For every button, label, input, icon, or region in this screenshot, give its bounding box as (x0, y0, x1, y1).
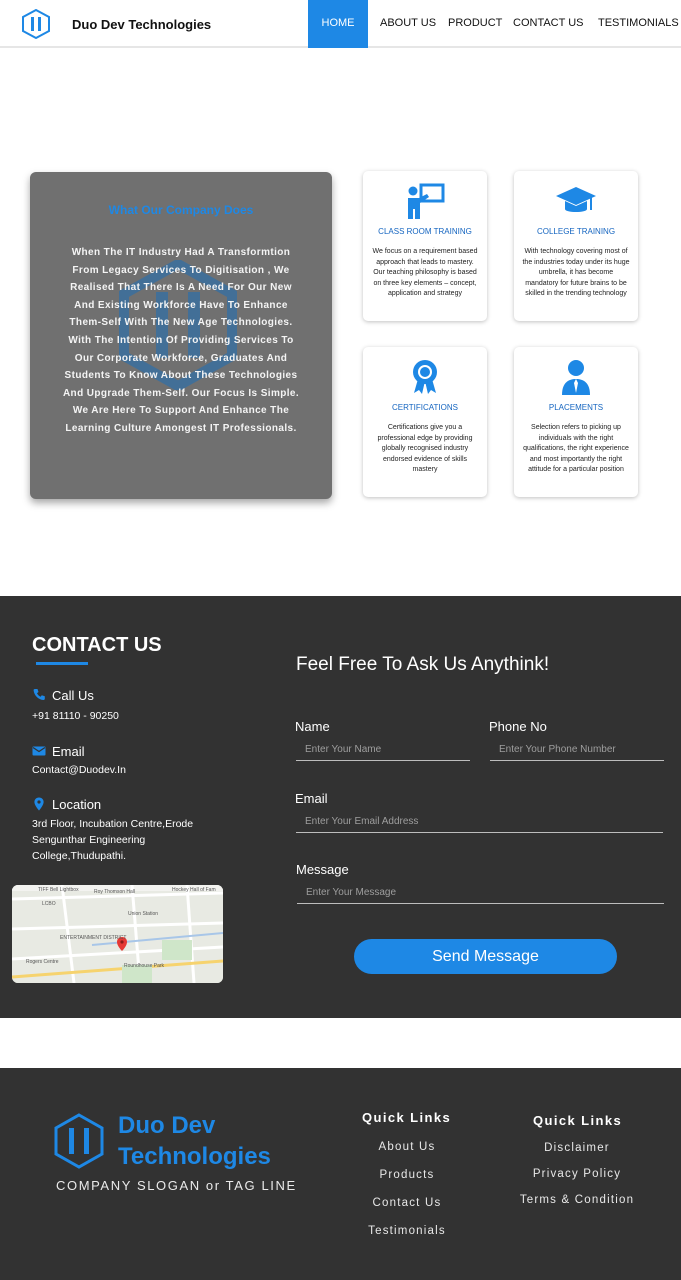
footer-brand-line2: Technologies (118, 1143, 271, 1170)
contact-heading: CONTACT US (32, 634, 162, 656)
map-pin-icon (34, 797, 44, 811)
card-text: Certifications give you a professional e… (377, 424, 473, 474)
nav-testimonials[interactable]: TESTIMONIALS (598, 17, 679, 29)
contact-section: CONTACT US Call Us +91 81110 - 90250 Ema… (0, 596, 681, 1018)
card-class-room-training[interactable]: CLASS ROOM TRAINING We focus on a requir… (363, 171, 487, 321)
map-graphic: TIFF Bell Lightbox Roy Thomson Hall Hock… (12, 885, 223, 983)
graduation-cap-icon (556, 187, 596, 212)
map-label: TIFF Bell Lightbox (38, 887, 79, 893)
phone-icon (33, 689, 45, 701)
nav-home[interactable]: HOME (308, 0, 368, 48)
card-title: CERTIFICATIONS (392, 403, 458, 412)
footer-link-testimonials[interactable]: Testimonials (352, 1225, 462, 1237)
footer-brand-line1: Duo Dev (118, 1112, 216, 1139)
map-label: Roundhouse Park (124, 963, 165, 969)
teacher-board-icon (408, 183, 445, 219)
map-label: Roy Thomson Hall (94, 889, 135, 895)
card-title: COLLEGE TRAINING (536, 227, 616, 236)
phone-number[interactable]: +91 81110 - 90250 (32, 708, 119, 724)
email-input[interactable] (296, 811, 663, 833)
email-text: Email (52, 744, 85, 759)
location-text: Location (52, 797, 102, 812)
name-label: Name (295, 719, 330, 734)
message-label: Message (296, 862, 349, 877)
email-field-label: Email (295, 791, 328, 806)
footer: Duo Dev Technologies COMPANY SLOGAN or T… (0, 1068, 681, 1280)
send-message-button[interactable]: Send Message (354, 939, 617, 974)
card-title: CLASS ROOM TRAINING (378, 227, 472, 236)
map-label: Union Station (128, 911, 158, 917)
location-label: Location (32, 797, 101, 812)
map-label: Rogers Centre (26, 959, 59, 965)
card-placements[interactable]: PLACEMENTS Selection refers to picking u… (514, 347, 638, 497)
email-address[interactable]: Contact@Duodev.In (32, 762, 126, 778)
about-panel: What Our Company Does When The IT Indust… (30, 172, 332, 499)
map-label: LCBO (42, 901, 56, 907)
map-label: ENTERTAINMENT DISTRICT (60, 935, 126, 941)
card-text: With technology covering most of the ind… (522, 248, 630, 298)
location-map[interactable]: TIFF Bell Lightbox Roy Thomson Hall Hock… (12, 885, 223, 983)
nav-product[interactable]: PRODUCT (448, 17, 502, 29)
footer-link-contact-us[interactable]: Contact Us (352, 1197, 462, 1209)
company-slogan: COMPANY SLOGAN or TAG LINE (56, 1178, 297, 1193)
page: Duo Dev Technologies HOME ABOUT US PRODU… (0, 0, 681, 1280)
card-text: We focus on a requirement based approach… (372, 248, 478, 298)
email-label: Email (32, 744, 85, 759)
nav-contact-us[interactable]: CONTACT US (513, 17, 584, 29)
card-title: PLACEMENTS (548, 403, 604, 412)
duodev-logo-icon[interactable] (54, 1113, 104, 1169)
nav-about-us[interactable]: ABOUT US (380, 17, 436, 29)
footer-link-privacy-policy[interactable]: Privacy Policy (512, 1168, 642, 1180)
form-title: Feel Free To Ask Us Anythink! (296, 654, 550, 675)
person-tie-icon (562, 360, 590, 395)
card-text: Selection refers to picking up individua… (523, 424, 629, 474)
footer-link-products[interactable]: Products (352, 1169, 462, 1181)
top-nav: Duo Dev Technologies HOME ABOUT US PRODU… (0, 0, 681, 48)
address: 3rd Floor, Incubation Centre,Erode Sengu… (32, 818, 194, 862)
duodev-logo-icon[interactable] (22, 9, 50, 39)
heading-underline (36, 662, 88, 665)
card-college-training[interactable]: COLLEGE TRAINING With technology coverin… (514, 171, 638, 321)
quick-links-title-2: Quick Links (533, 1113, 623, 1128)
about-text: When The IT Industry Had A Transformtion… (62, 247, 300, 434)
envelope-icon (32, 746, 46, 756)
call-us-text: Call Us (52, 688, 94, 703)
about-title: What Our Company Does (108, 203, 254, 217)
footer-brand[interactable]: Duo Dev Technologies (118, 1110, 271, 1172)
message-input[interactable] (297, 882, 664, 904)
brand-name[interactable]: Duo Dev Technologies (72, 17, 211, 32)
footer-link-disclaimer[interactable]: Disclaimer (512, 1142, 642, 1154)
award-ribbon-icon (413, 360, 437, 394)
footer-link-about-us[interactable]: About Us (352, 1141, 462, 1153)
card-certifications[interactable]: CERTIFICATIONS Certifications give you a… (363, 347, 487, 497)
call-us-label: Call Us (32, 688, 94, 703)
footer-link-terms[interactable]: Terms & Condition (507, 1194, 647, 1206)
quick-links-title-1: Quick Links (362, 1110, 452, 1125)
phone-input[interactable] (490, 739, 664, 761)
name-input[interactable] (296, 739, 470, 761)
map-label: Hockey Hall of Fam (172, 887, 216, 893)
phone-label: Phone No (489, 719, 547, 734)
